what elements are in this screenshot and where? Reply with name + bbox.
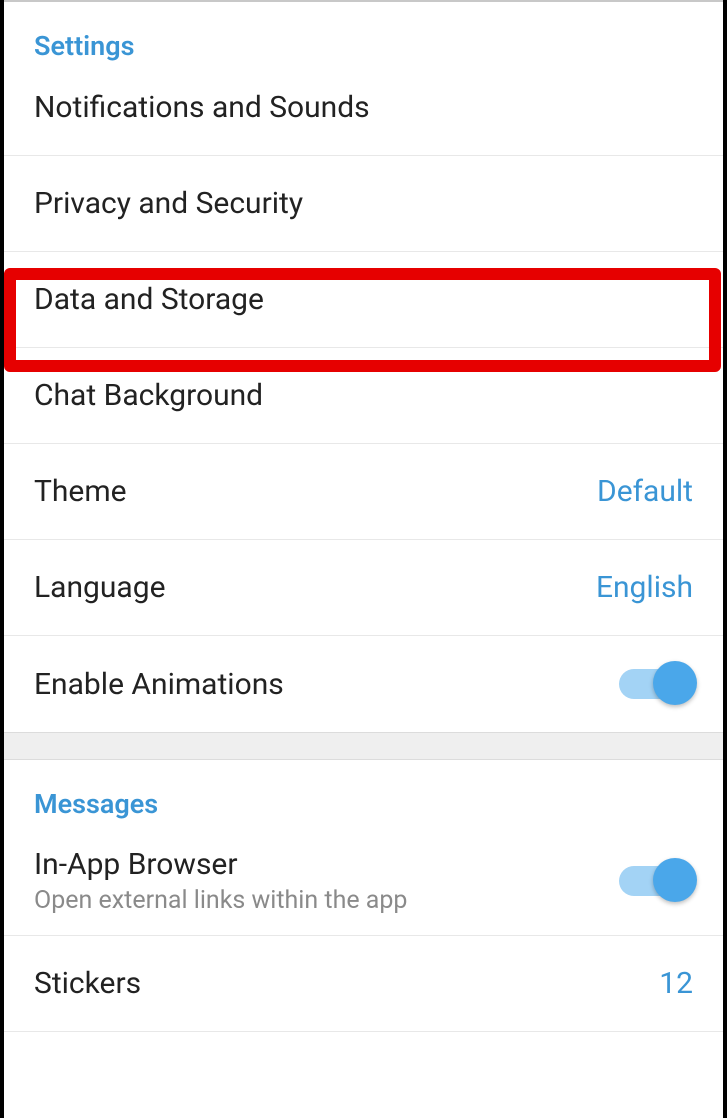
settings-item-theme[interactable]: Theme Default [4, 444, 723, 540]
settings-item-language[interactable]: Language English [4, 540, 723, 636]
settings-section-header: Settings [4, 2, 723, 68]
toggle-knob-icon [653, 661, 697, 705]
settings-item-privacy[interactable]: Privacy and Security [4, 156, 723, 252]
settings-item-data-storage[interactable]: Data and Storage [4, 252, 723, 348]
section-divider [4, 732, 723, 760]
stickers-value: 12 [659, 966, 693, 1001]
browser-toggle[interactable] [619, 866, 693, 896]
messages-item-browser[interactable]: In-App Browser Open external links withi… [4, 826, 723, 936]
theme-value: Default [597, 474, 693, 509]
data-storage-label: Data and Storage [34, 282, 264, 317]
animations-label: Enable Animations [34, 667, 284, 702]
settings-item-notifications[interactable]: Notifications and Sounds [4, 68, 723, 156]
language-value: English [596, 570, 693, 605]
notifications-label: Notifications and Sounds [34, 90, 370, 125]
theme-label: Theme [34, 474, 127, 509]
browser-subtitle: Open external links within the app [34, 886, 407, 915]
language-label: Language [34, 570, 166, 605]
toggle-knob-icon [653, 858, 697, 902]
animations-toggle[interactable] [619, 669, 693, 699]
messages-section-header: Messages [4, 760, 723, 826]
chat-background-label: Chat Background [34, 378, 263, 413]
settings-item-animations[interactable]: Enable Animations [4, 636, 723, 732]
stickers-label: Stickers [34, 966, 141, 1001]
privacy-label: Privacy and Security [34, 186, 303, 221]
settings-item-chat-background[interactable]: Chat Background [4, 348, 723, 444]
messages-item-stickers[interactable]: Stickers 12 [4, 936, 723, 1032]
browser-label: In-App Browser [34, 847, 407, 882]
